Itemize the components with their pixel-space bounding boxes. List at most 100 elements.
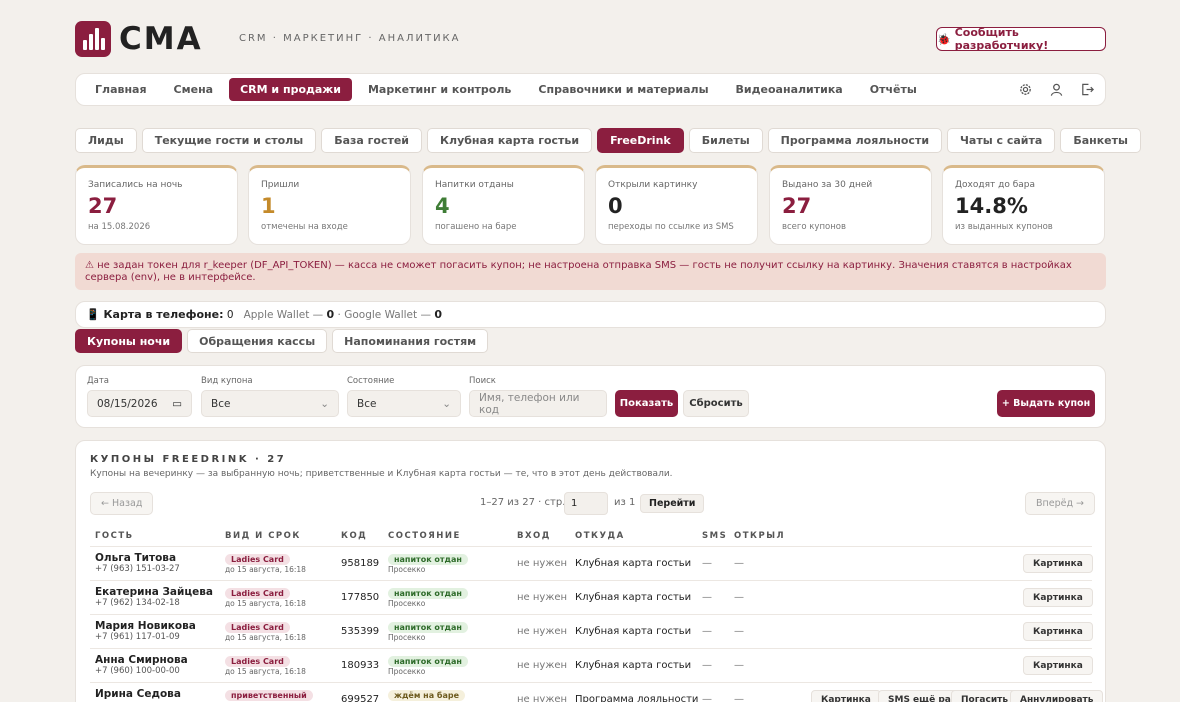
tab-current-guests[interactable]: Текущие гости и столы [141,128,317,153]
filters-panel: Дата 08/15/2026 ▭ Вид купона Все ⌄ Состоян… [75,365,1106,428]
issue-coupon-button[interactable]: + Выдать купон [997,390,1095,417]
sub-tabs: Лиды Текущие гости и столы База гостей К… [75,128,1141,153]
col-state: СОСТОЯНИЕ [388,531,461,541]
reset-button[interactable]: Сбросить [683,390,749,417]
nav-home[interactable]: Главная [84,78,158,101]
guest-name[interactable]: Ольга Титова [95,552,180,564]
stat-value: 0 [608,194,623,218]
coupon-type-badge: Ladies Card [225,656,290,667]
stat-card: Открыли картинку 0 переходы по ссылке из… [595,165,758,245]
report-developer-button[interactable]: 🐞 Сообщить разработчику! [936,26,1106,52]
page-input[interactable]: 1 [564,492,608,515]
config-warning: ⚠ не задан токен для r_keeper (DF_API_TO… [75,253,1106,290]
coupon-code: 180933 [341,660,380,671]
image-button[interactable]: Картинка [1023,656,1093,675]
guest-phone: +7 (963) 151-03-27 [95,564,180,574]
tab-leads[interactable]: Лиды [75,128,137,153]
table-row: Анна Смирнова +7 (960) 100-00-00 Ladies C… [90,648,1093,682]
stat-card: Напитки отданы 4 погашено на баре [422,165,585,245]
search-input[interactable]: Имя, телефон или код [469,390,607,417]
tab-club-card[interactable]: Клубная карта гостьи [427,128,593,153]
guest-name[interactable]: Екатерина Зайцева [95,586,213,598]
tab-site-chats[interactable]: Чаты с сайта [947,128,1056,153]
coupon-until: до 15 августа, 16:18 [225,565,306,574]
nav-references[interactable]: Справочники и материалы [527,78,719,101]
nav-shift[interactable]: Смена [163,78,225,101]
sms-status: — [702,592,712,603]
guest-phone: +7 (960) 100-00-00 [95,666,180,676]
tab-tickets[interactable]: Билеты [688,128,763,153]
drink-name: Просекко [388,633,426,642]
guest-name[interactable]: Мария Новикова [95,620,196,632]
state-badge: напиток отдан [388,554,468,565]
stat-value: 14.8% [955,194,1028,218]
entry-status: не нужен [517,626,568,637]
tab-pos-requests[interactable]: Обращения кассы [187,329,328,353]
tab-night-coupons[interactable]: Купоны ночи [75,329,183,353]
search-label: Поиск [469,376,496,386]
show-button[interactable]: Показать [615,390,678,417]
next-page-button[interactable]: Вперёд → [1025,492,1095,515]
nav-marketing[interactable]: Маркетинг и контроль [357,78,522,101]
coupon-code: 177850 [341,592,380,603]
tab-banquets[interactable]: Банкеты [1060,128,1141,153]
date-input[interactable]: 08/15/2026 ▭ [87,390,192,417]
stat-label: Выдано за 30 дней [782,180,873,190]
sms-status: — [702,660,712,671]
user-icon[interactable] [1049,82,1064,97]
logo: CMA [75,21,203,57]
go-page-button[interactable]: Перейти [640,494,705,513]
nav-video[interactable]: Видеоаналитика [725,78,854,101]
table-row: Мария Новикова +7 (961) 117-01-09 Ladies … [90,614,1093,648]
image-button[interactable]: Картинка [1023,622,1093,641]
tab-guest-base[interactable]: База гостей [321,128,423,153]
redeem-button[interactable]: Погасить [951,690,1019,702]
stat-sub: всего купонов [782,222,846,232]
bug-icon: 🐞 [937,32,951,46]
entry-status: не нужен [517,660,568,671]
type-label: Вид купона [201,376,253,386]
guest-name[interactable]: Ирина Седова [95,688,181,700]
opened-status: — [734,626,744,637]
drink-name: Просекко [388,667,426,676]
logo-text: CMA [119,21,203,57]
col-code: КОД [341,531,368,541]
image-button[interactable]: Картинка [1023,554,1093,573]
state-badge: ждём на баре [388,690,466,701]
stat-label: Напитки отданы [435,180,514,190]
coupon-type-badge: Ladies Card [225,622,290,633]
opened-status: — [734,592,744,603]
tab-loyalty[interactable]: Программа лояльности [767,128,943,153]
tab-freedrink[interactable]: FreeDrink [597,128,684,153]
nav-crm[interactable]: CRM и продажи [229,78,352,101]
drink-name: Просекко [388,599,426,608]
gear-icon[interactable] [1018,82,1033,97]
tab-reminders[interactable]: Напоминания гостям [332,329,489,353]
panel-title: КУПОНЫ FREEDRINK · 27 [90,454,287,465]
state-select[interactable]: Все ⌄ [347,390,461,417]
cancel-coupon-button[interactable]: Аннулировать [1010,690,1104,702]
coupon-source: Клубная карта гостьи [575,592,692,603]
opened-status: — [734,694,744,702]
panel-subtitle: Купоны на вечеринку — за выбранную ночь;… [90,469,673,479]
prev-page-button[interactable]: ← Назад [90,492,154,515]
guest-name[interactable]: Анна Смирнова [95,654,188,666]
coupon-source: Клубная карта гостьи [575,660,692,671]
image-button[interactable]: Картинка [1023,588,1093,607]
phone-card-summary: 📱 Карта в телефоне: 0 Apple Wallet — 0 ·… [75,301,1106,328]
coupon-until: до 15 августа, 16:18 [225,599,306,608]
main-nav: Главная Смена CRM и продажи Маркетинг и … [75,73,1106,106]
logout-icon[interactable] [1080,82,1095,97]
nav-reports[interactable]: Отчёты [859,78,928,101]
table-row: Ирина Седова приветственный 699527 ждём … [90,682,1104,702]
coupon-type-badge: приветственный [225,690,313,701]
stat-label: Открыли картинку [608,180,698,190]
entry-status: не нужен [517,558,568,569]
col-sms: SMS [702,531,728,541]
type-select[interactable]: Все ⌄ [201,390,339,417]
page-range: 1–27 из 27 · стр. [480,497,566,508]
entry-status: не нужен [517,694,568,702]
image-button[interactable]: Картинка [811,690,881,702]
guest-phone: +7 (961) 117-01-09 [95,632,180,642]
coupon-code: 958189 [341,558,380,569]
